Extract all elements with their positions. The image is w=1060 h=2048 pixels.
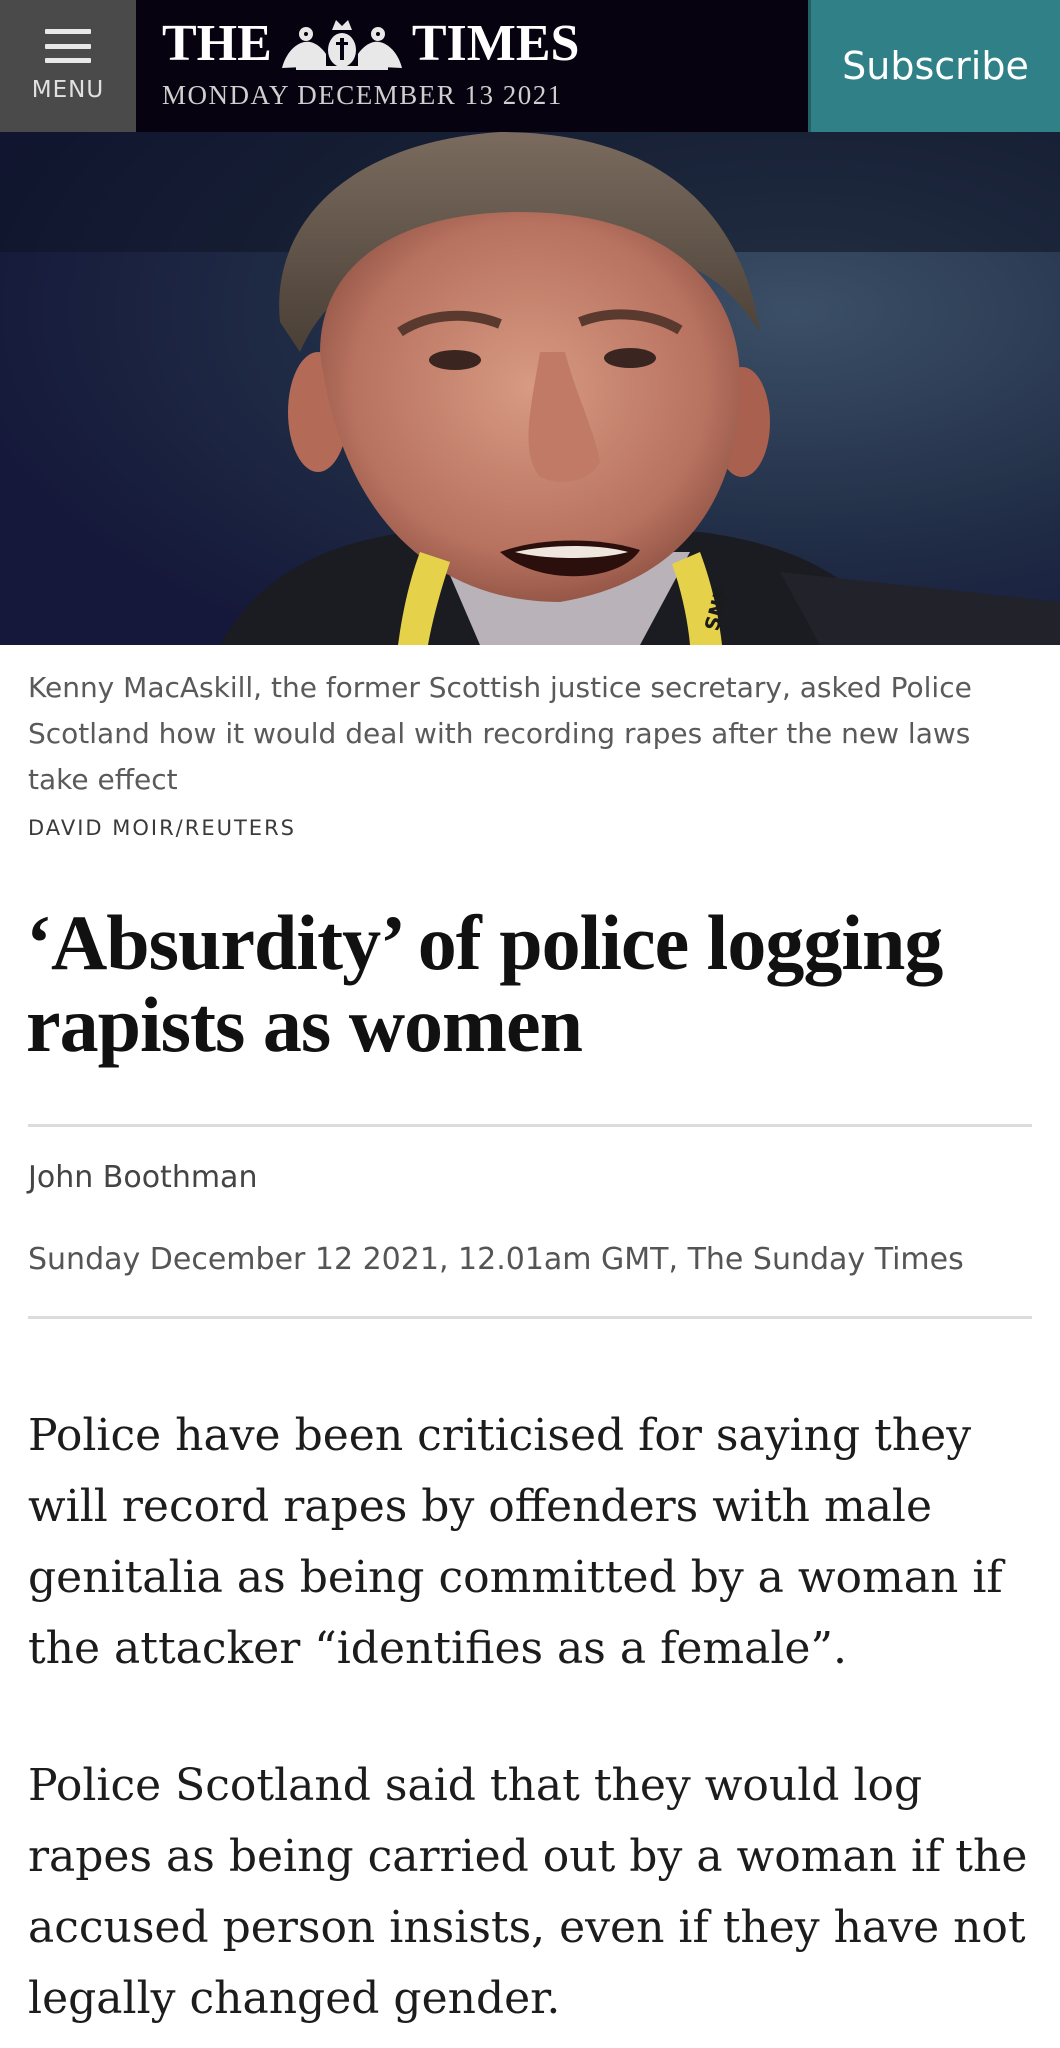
article-paragraph-2: Police Scotland said that they would log…	[28, 1760, 1028, 2024]
masthead-logo[interactable]: THE TIMES MONDAY DECEMBER 13 2021	[136, 0, 808, 132]
portrait-image: SNP	[0, 132, 1060, 645]
author-link[interactable]: John Boothman	[28, 1160, 257, 1195]
photo-caption: Kenny MacAskill, the former Scottish jus…	[28, 671, 972, 796]
divider-bottom	[28, 1316, 1032, 1319]
masthead-date: MONDAY DECEMBER 13 2021	[162, 80, 563, 110]
masthead-title: THE TIMES	[162, 14, 808, 74]
hamburger-icon	[45, 29, 91, 63]
top-bar: MENU THE TIMES MONDAY DECEMBER 13 2021 S…	[0, 0, 1060, 132]
menu-label: MENU	[31, 77, 105, 103]
divider-top	[28, 1124, 1032, 1127]
masthead-times: TIMES	[411, 15, 580, 72]
article-dateline: Sunday December 12 2021, 12.01am GMT, Th…	[28, 1242, 964, 1277]
subscribe-button[interactable]: Subscribe	[808, 0, 1060, 132]
article-paragraph-1: Police have been criticised for saying t…	[28, 1410, 1003, 1674]
masthead-the: THE	[162, 15, 272, 72]
article-headline: ‘Absurdity’ of police logging rapists as…	[26, 899, 943, 1068]
menu-button[interactable]: MENU	[0, 0, 136, 132]
article-photo: SNP	[0, 132, 1060, 645]
royal-crest-icon	[281, 20, 402, 70]
photo-credit: DAVID MOIR/REUTERS	[28, 816, 296, 840]
